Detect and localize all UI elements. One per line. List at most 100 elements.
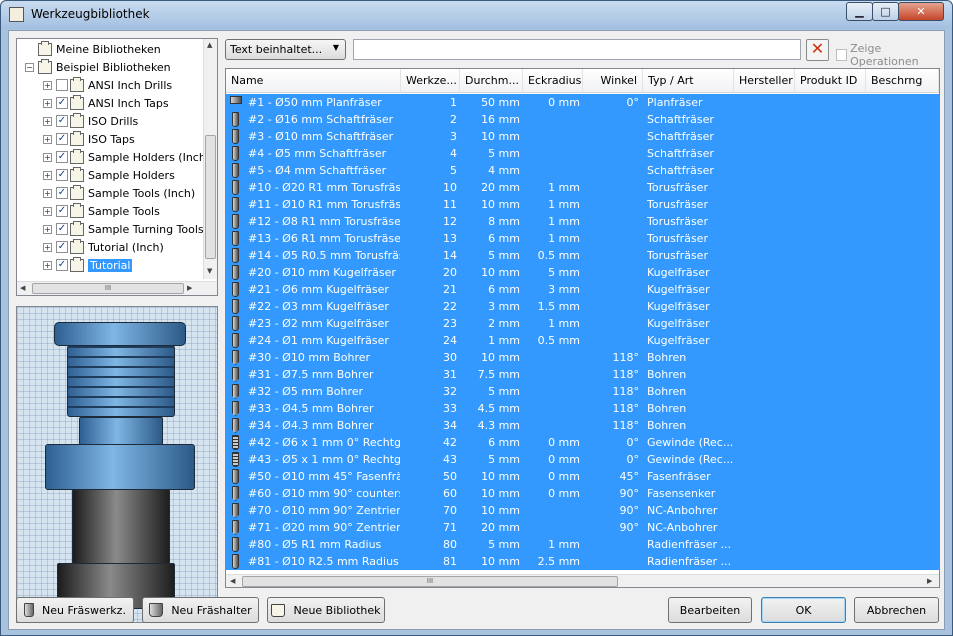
table-row[interactable]: #24 - Ø1 mm Kugelfräser 24 1 mm 0.5 mm Kugel…	[226, 332, 939, 349]
close-button[interactable]: ✕	[898, 2, 944, 21]
tree-item[interactable]: + ✓ Sample Turning Tools	[43, 220, 204, 238]
table-row[interactable]: #81 - Ø10 R2.5 mm Radius 81 10 mm 2.5 mm Rad…	[226, 553, 939, 570]
table-row[interactable]: #3 - Ø10 mm Schaftfräser 3 10 mm Schaftfräs…	[226, 128, 939, 145]
tree-item[interactable]: − Beispiel Bibliotheken	[25, 58, 171, 76]
table-row[interactable]: #32 - Ø5 mm Bohrer 32 5 mm 118° Bohren	[226, 383, 939, 400]
expand-icon[interactable]: +	[43, 116, 52, 126]
tree-item-checkbox[interactable]: ✓	[56, 223, 68, 235]
table-row[interactable]: #80 - Ø5 R1 mm Radius 80 5 mm 1 mm Radienfrä…	[226, 536, 939, 553]
table-row[interactable]: #10 - Ø20 R1 mm Torusfräser 10 20 mm 1 mm To…	[226, 179, 939, 196]
edit-button[interactable]: Bearbeiten	[668, 597, 752, 623]
table-row[interactable]: #11 - Ø10 R1 mm Torusfräser 11 10 mm 1 mm To…	[226, 196, 939, 213]
table-row[interactable]: #12 - Ø8 R1 mm Torusfräser 12 8 mm 1 mm Toru…	[226, 213, 939, 230]
table-row[interactable]: #13 - Ø6 R1 mm Torusfräser 13 6 mm 1 mm Toru…	[226, 230, 939, 247]
column-header[interactable]: Name	[226, 69, 401, 93]
tree-item-checkbox[interactable]: ✓	[56, 259, 68, 271]
expand-icon[interactable]: +	[43, 80, 52, 90]
new-library-button[interactable]: Neue Bibliothek	[267, 597, 385, 623]
expand-icon[interactable]: +	[43, 152, 52, 162]
expand-icon[interactable]: +	[43, 242, 52, 252]
tree-vertical-scrollbar[interactable]: ▲ ▼	[203, 39, 217, 279]
show-operations-checkbox[interactable]: Zeige Operationen	[836, 42, 944, 68]
cancel-button[interactable]: Abbrechen	[854, 597, 939, 623]
table-row[interactable]: #1 - Ø50 mm Planfräser 1 50 mm 0 mm 0° Planfr…	[226, 94, 939, 111]
table-row[interactable]: #30 - Ø10 mm Bohrer 30 10 mm 118° Bohren	[226, 349, 939, 366]
tree-item[interactable]: + ANSI Inch Drills	[43, 76, 172, 94]
tree-item-checkbox[interactable]: ✓	[56, 115, 68, 127]
column-header[interactable]: Produkt ID	[795, 69, 866, 93]
expand-icon[interactable]: +	[43, 260, 52, 270]
search-input[interactable]	[353, 39, 801, 60]
table-row[interactable]: #23 - Ø2 mm Kugelfräser 23 2 mm 1 mm Kugelfr…	[226, 315, 939, 332]
expand-icon[interactable]: +	[43, 206, 52, 216]
table-row[interactable]: #4 - Ø5 mm Schaftfräser 4 5 mm Schaftfräser	[226, 145, 939, 162]
table-row[interactable]: #34 - Ø4.3 mm Bohrer 34 4.3 mm 118° Bohren	[226, 417, 939, 434]
table-row[interactable]: #60 - Ø10 mm 90° countersink 60 10 mm 0 mm 9…	[226, 485, 939, 502]
column-header[interactable]: Eckradius	[523, 69, 583, 93]
table-row[interactable]: #42 - Ø6 x 1 mm 0° Rechtge... 42 6 mm 0 mm 0…	[226, 434, 939, 451]
table-horizontal-scrollbar[interactable]: ◀ III ▶	[226, 574, 939, 587]
scroll-right-arrow-icon[interactable]: ▶	[187, 284, 192, 292]
column-header[interactable]: Beschrng	[866, 69, 939, 93]
tree-item-checkbox[interactable]: ✓	[56, 151, 68, 163]
tree-item[interactable]: + ✓ ISO Drills	[43, 112, 138, 130]
column-header[interactable]: Winkel	[583, 69, 643, 93]
table-row[interactable]: #20 - Ø10 mm Kugelfräser 20 10 mm 5 mm Kugel…	[226, 264, 939, 281]
tree-item[interactable]: + ✓ ANSI Inch Taps	[43, 94, 169, 112]
table-row[interactable]: #22 - Ø3 mm Kugelfräser 22 3 mm 1.5 mm Kugel…	[226, 298, 939, 315]
column-header[interactable]: Werkze...	[401, 69, 460, 93]
tree-item-checkbox[interactable]	[56, 79, 68, 91]
tree-item[interactable]: + ✓ Sample Holders	[43, 166, 175, 184]
tree-item-checkbox[interactable]: ✓	[56, 133, 68, 145]
expand-icon[interactable]: +	[43, 134, 52, 144]
table-row[interactable]: #43 - Ø5 x 1 mm 0° Rechtge... 43 5 mm 0 mm 0…	[226, 451, 939, 468]
table-row[interactable]: #5 - Ø4 mm Schaftfräser 5 4 mm Schaftfräser	[226, 162, 939, 179]
scroll-left-arrow-icon[interactable]: ◀	[230, 577, 235, 585]
tree-hscroll-thumb[interactable]: III	[32, 283, 184, 294]
table-row[interactable]: #31 - Ø7.5 mm Bohrer 31 7.5 mm 118° Bohren	[226, 366, 939, 383]
tree-item[interactable]: + ✓ Tutorial	[43, 256, 133, 274]
library-tree[interactable]: Meine Bibliotheken − Beispiel Bibliotheken…	[16, 38, 218, 296]
tree-item[interactable]: + ✓ ISO Taps	[43, 130, 135, 148]
tree-item-checkbox[interactable]: ✓	[56, 205, 68, 217]
tree-item[interactable]: + ✓ Sample Tools	[43, 202, 160, 220]
title-bar[interactable]: Werkzeugbibliothek ▁ □ ✕	[1, 1, 952, 29]
table-row[interactable]: #14 - Ø5 R0.5 mm Torusfräser 14 5 mm 0.5 mm…	[226, 247, 939, 264]
tree-horizontal-scrollbar[interactable]: ◀ III ▶	[17, 281, 217, 295]
filter-mode-dropdown[interactable]: Text beinhaltet... ▼	[225, 39, 346, 60]
scroll-up-arrow-icon[interactable]: ▲	[207, 41, 212, 49]
show-operations-box[interactable]	[836, 49, 848, 61]
table-row[interactable]: #21 - Ø6 mm Kugelfräser 21 6 mm 3 mm Kugelfr…	[226, 281, 939, 298]
expand-icon[interactable]: +	[43, 98, 52, 108]
expand-icon[interactable]: +	[43, 224, 52, 234]
tree-item-checkbox[interactable]: ✓	[56, 169, 68, 181]
tree-item-checkbox[interactable]: ✓	[56, 97, 68, 109]
new-holder-button[interactable]: Neu Fräshalter	[142, 597, 259, 623]
table-row[interactable]: #2 - Ø16 mm Schaftfräser 2 16 mm Schaftfräs…	[226, 111, 939, 128]
column-header[interactable]: Hersteller	[734, 69, 795, 93]
tool-table[interactable]: Name Werkze... Durchm... Eckradius Winkel Typ…	[225, 68, 940, 588]
ok-button[interactable]: OK	[761, 597, 846, 623]
tree-item[interactable]: + ✓ Sample Tools (Inch)	[43, 184, 195, 202]
table-row[interactable]: #33 - Ø4.5 mm Bohrer 33 4.5 mm 118° Bohren	[226, 400, 939, 417]
tree-item-checkbox[interactable]: ✓	[56, 241, 68, 253]
scroll-right-arrow-icon[interactable]: ▶	[927, 577, 932, 585]
maximize-button[interactable]: □	[872, 2, 899, 21]
expand-icon[interactable]: +	[43, 188, 52, 198]
table-hscroll-thumb[interactable]: III	[242, 576, 618, 587]
scroll-left-arrow-icon[interactable]: ◀	[20, 284, 25, 292]
expand-icon[interactable]: +	[43, 170, 52, 180]
clear-filter-button[interactable]: ✕	[806, 39, 829, 61]
tree-item[interactable]: Meine Bibliotheken	[25, 40, 161, 58]
table-row[interactable]: #71 - Ø20 mm 90° Zentrierb... 71 20 mm 90° N…	[226, 519, 939, 536]
new-tool-button[interactable]: Neu Fräswerkz.	[16, 597, 134, 623]
column-header[interactable]: Durchm...	[460, 69, 523, 93]
table-row[interactable]: #70 - Ø10 mm 90° Zentrierb... 70 10 mm 90° N…	[226, 502, 939, 519]
scroll-down-arrow-icon[interactable]: ▼	[207, 267, 212, 275]
tree-scroll-thumb[interactable]	[205, 135, 216, 259]
tree-item[interactable]: + ✓ Sample Holders (Inch)	[43, 148, 210, 166]
column-header[interactable]: Typ / Art	[643, 69, 734, 93]
collapse-icon[interactable]: −	[25, 62, 34, 72]
tree-item[interactable]: + ✓ Tutorial (Inch)	[43, 238, 164, 256]
minimize-button[interactable]: ▁	[846, 2, 873, 21]
